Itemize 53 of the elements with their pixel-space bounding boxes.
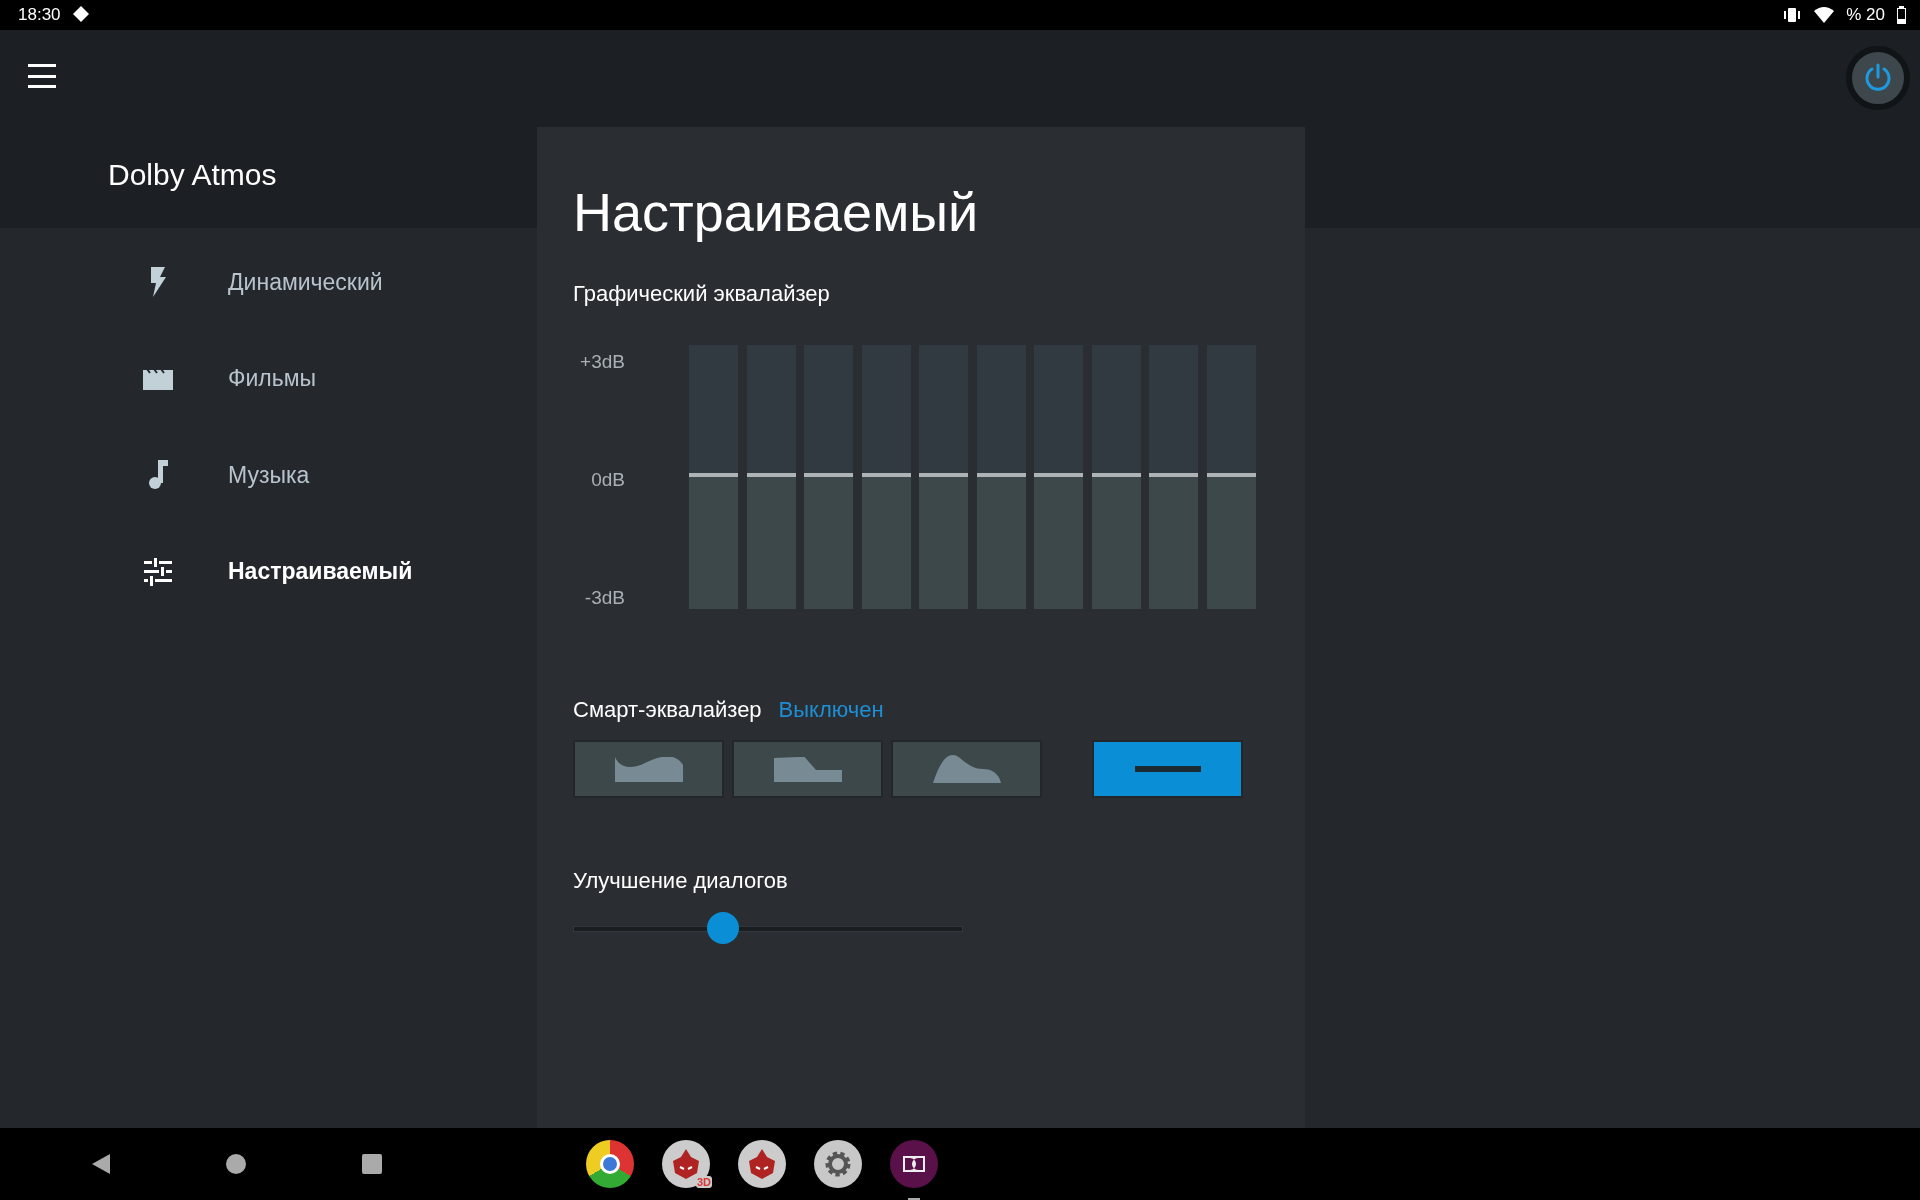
vibrate-icon: [1782, 7, 1803, 23]
lightning-icon: [148, 267, 168, 298]
app-label: 3D: [695, 1176, 712, 1188]
profile-item[interactable]: Фильмы: [228, 365, 317, 393]
app-title: Dolby Atmos: [108, 158, 278, 193]
scale-label: 0dB: [591, 469, 625, 491]
clock: 18:30: [18, 5, 61, 25]
curve-icon: [932, 755, 1001, 783]
eq-band-slider[interactable]: [919, 345, 968, 609]
slider-track[interactable]: [573, 912, 963, 944]
eq-band-slider[interactable]: [746, 345, 796, 609]
preset-button[interactable]: [732, 740, 883, 798]
double-d-logo: [903, 1156, 925, 1172]
scale-label: +3dB: [580, 351, 625, 373]
profile-item[interactable]: Динамический: [228, 268, 383, 296]
menu-icon[interactable]: [28, 64, 56, 88]
slider-thumb[interactable]: [707, 912, 740, 944]
browser-logo: [599, 1153, 621, 1175]
battery-icon: [1897, 6, 1906, 24]
status-label: Выключен: [778, 697, 884, 723]
section-title: Улучшение диалогов: [573, 868, 789, 894]
eq-band-slider[interactable]: [1206, 345, 1256, 609]
eq-band-slider[interactable]: [1091, 345, 1141, 609]
eq-band-slider[interactable]: [976, 345, 1026, 609]
eq-band-slider[interactable]: [1149, 345, 1198, 609]
preset-button[interactable]: [891, 740, 1042, 798]
section-title: Смарт-эквалайзер: [573, 697, 762, 723]
app-icon[interactable]: [814, 1140, 862, 1188]
curve-icon: [614, 756, 683, 782]
equalizer-sliders-icon: [144, 557, 172, 586]
eq-band-slider[interactable]: [689, 345, 738, 609]
section-title: Графический эквалайзер: [573, 281, 831, 307]
power-icon: [1863, 63, 1893, 93]
notification-icon: [72, 6, 89, 24]
back-button[interactable]: [92, 1154, 110, 1174]
eq-band-slider[interactable]: [861, 345, 911, 609]
music-note-icon: [148, 460, 168, 491]
panel-title: Настраиваемый: [573, 181, 980, 243]
wifi-icon: [1814, 7, 1835, 23]
battery-percent: % 20: [1846, 5, 1885, 25]
eq-band-slider[interactable]: [804, 345, 853, 609]
curve-icon: [773, 756, 842, 782]
preset-button[interactable]: [573, 740, 724, 798]
home-button[interactable]: [226, 1154, 246, 1174]
scale-label: -3dB: [584, 587, 625, 609]
gear-icon: [823, 1149, 853, 1179]
app-icon[interactable]: [890, 1140, 938, 1188]
app-icon[interactable]: [586, 1140, 634, 1188]
eq-band-slider[interactable]: [1034, 345, 1083, 609]
preset-button[interactable]: [1092, 740, 1243, 798]
app-icon[interactable]: [738, 1140, 786, 1188]
profile-item[interactable]: Музыка: [228, 461, 310, 489]
profile-item[interactable]: Настраиваемый: [228, 558, 413, 586]
